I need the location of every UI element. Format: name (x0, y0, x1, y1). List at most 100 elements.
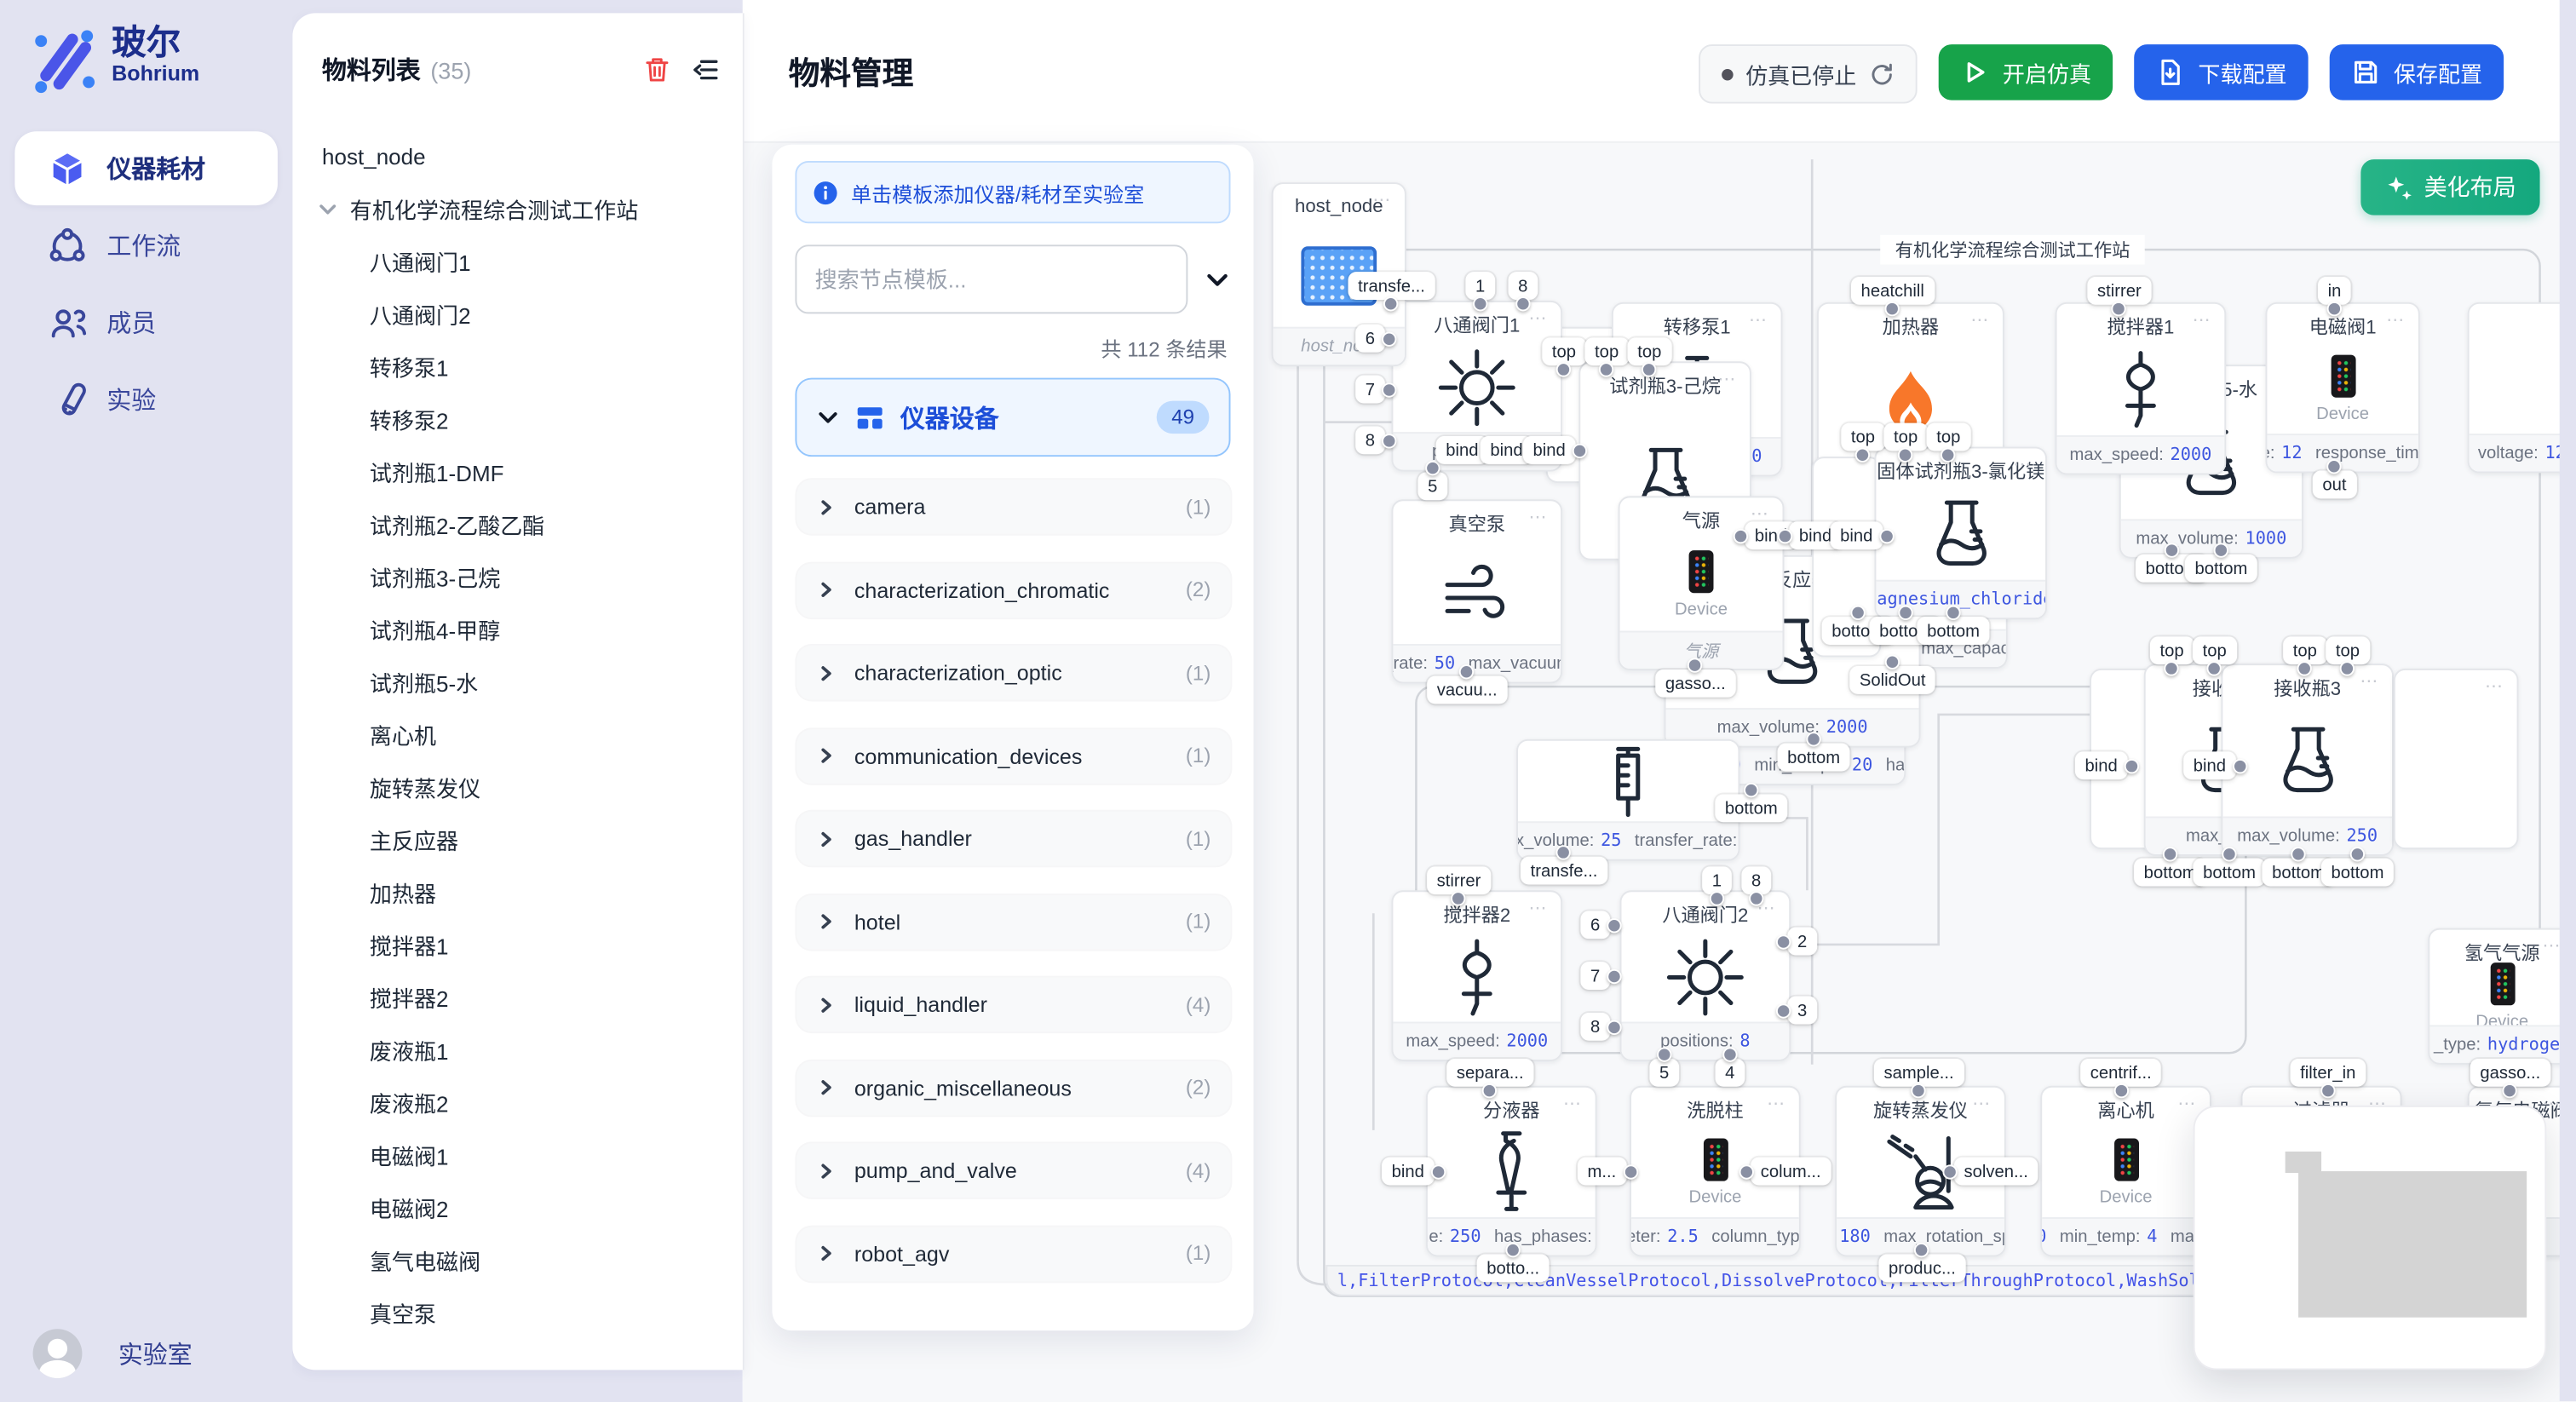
port-dot-icon[interactable] (1460, 664, 1475, 679)
collapse-panel-icon[interactable] (692, 57, 720, 82)
port-bottom[interactable]: bottom (1778, 744, 1850, 772)
port-bottom[interactable]: bottom (2185, 554, 2257, 583)
port-dot-icon[interactable] (1688, 658, 1703, 672)
sidebar-item-实验[interactable]: 实验 (14, 363, 278, 437)
sidebar-item-工作流[interactable]: 工作流 (14, 209, 278, 283)
port-top[interactable]: top (1883, 423, 1927, 451)
port-dot-icon[interactable] (2207, 661, 2222, 675)
port-dot-icon[interactable] (1734, 528, 1748, 543)
search-input[interactable] (795, 244, 1187, 313)
port-dot-icon[interactable] (1382, 433, 1396, 447)
category-camera[interactable]: camera(1) (796, 480, 1230, 534)
port-dot-icon[interactable] (1749, 891, 1763, 905)
port-dot-icon[interactable] (1885, 655, 1900, 669)
refresh-icon[interactable] (1870, 61, 1895, 86)
port-dot-icon[interactable] (1710, 891, 1724, 905)
port-6[interactable]: 6 (1580, 911, 1609, 939)
port-dot-icon[interactable] (1556, 845, 1571, 859)
category-hotel[interactable]: hotel(1) (796, 894, 1230, 949)
tree-item[interactable]: 加热器 (292, 865, 742, 918)
sidebar-item-成员[interactable]: 成员 (14, 286, 278, 360)
port-dot-icon[interactable] (2113, 1083, 2128, 1098)
port-botto...[interactable]: botto... (1477, 1254, 1550, 1282)
port-top[interactable]: top (2283, 636, 2326, 664)
port-7[interactable]: 7 (1580, 962, 1609, 990)
tree-item[interactable]: 电磁阀2 (292, 1181, 742, 1234)
port-dot-icon[interactable] (1885, 302, 1900, 316)
port-gasso...[interactable]: gasso... (2470, 1059, 2550, 1087)
tree-item[interactable]: 离心机 (292, 708, 742, 761)
port-dot-icon[interactable] (1915, 1243, 1929, 1257)
port-dot-icon[interactable] (2165, 661, 2179, 675)
port-dot-icon[interactable] (1599, 362, 1613, 376)
category-organic_miscellaneous[interactable]: organic_miscellaneous(2) (796, 1060, 1230, 1115)
port-3[interactable]: 3 (1787, 997, 1816, 1025)
port-transfe...[interactable]: transfe... (1348, 272, 1435, 300)
port-dot-icon[interactable] (2112, 302, 2126, 316)
trash-icon[interactable] (644, 56, 670, 84)
port-dot-icon[interactable] (1642, 362, 1657, 376)
port-bottom[interactable]: bottom (2194, 859, 2266, 887)
port-dot-icon[interactable] (2291, 847, 2305, 861)
port-8[interactable]: 8 (1509, 272, 1538, 300)
tree-item[interactable]: 转移泵1 (292, 340, 742, 393)
port-dot-icon[interactable] (1623, 1164, 1637, 1178)
port-dot-icon[interactable] (1452, 891, 1466, 905)
port-centrif...[interactable]: centrif... (2080, 1059, 2161, 1087)
tree-item[interactable]: 主反应器 (292, 813, 742, 866)
port-1[interactable]: 1 (1465, 272, 1494, 300)
port-dot-icon[interactable] (1506, 1243, 1521, 1257)
tree-item[interactable]: 有机化学流程综合测试工作站 (292, 182, 742, 235)
port-out[interactable]: out (2313, 471, 2356, 499)
port-bottom[interactable]: bottom (1918, 617, 1990, 645)
port-dot-icon[interactable] (2214, 543, 2228, 557)
category-group-instruments[interactable]: 仪器设备 49 (795, 378, 1230, 457)
port-dot-icon[interactable] (2222, 847, 2236, 861)
port-dot-icon[interactable] (1607, 917, 1621, 932)
port-dot-icon[interactable] (1744, 783, 1758, 797)
port-heatchill[interactable]: heatchill (1851, 277, 1934, 305)
tree-item[interactable]: host_node (292, 129, 742, 182)
port-2[interactable]: 2 (1787, 928, 1816, 956)
category-communication_devices[interactable]: communication_devices(1) (796, 728, 1230, 783)
port-bind[interactable]: bind (1523, 436, 1575, 464)
sidebar-item-lab[interactable]: 实验室 (105, 1336, 192, 1371)
port-bottom[interactable]: bottom (2321, 859, 2394, 887)
sidebar-item-仪器耗材[interactable]: 仪器耗材 (14, 131, 278, 205)
port-dot-icon[interactable] (2165, 543, 2179, 557)
port-bottom[interactable]: bottom (1715, 794, 1787, 822)
tree-item[interactable]: 八通阀门1 (292, 235, 742, 288)
port-colum...[interactable]: colum... (1751, 1158, 1831, 1186)
tree-item[interactable]: 试剂瓶5-水 (292, 655, 742, 708)
port-in[interactable]: in (2318, 277, 2351, 305)
port-dot-icon[interactable] (2350, 847, 2365, 861)
tree-item[interactable]: 试剂瓶3-己烷 (292, 550, 742, 603)
port-dot-icon[interactable] (2297, 661, 2312, 675)
port-bind[interactable]: bind (1831, 521, 1883, 549)
port-8[interactable]: 8 (1580, 1013, 1609, 1041)
port-5[interactable]: 5 (1649, 1059, 1678, 1087)
chevron-down-icon[interactable] (317, 198, 338, 219)
port-dot-icon[interactable] (1607, 1020, 1621, 1034)
port-dot-icon[interactable] (2327, 459, 2342, 474)
port-bind[interactable]: bind (1382, 1158, 1434, 1186)
port-filter_in[interactable]: filter_in (2291, 1059, 2366, 1087)
port-dot-icon[interactable] (1473, 296, 1487, 311)
port-dot-icon[interactable] (1941, 448, 1956, 463)
port-bind[interactable]: bind (2075, 751, 2127, 779)
button-下载配置[interactable]: 下载配置 (2134, 44, 2308, 101)
port-produc...[interactable]: produc... (1878, 1254, 1965, 1282)
port-dot-icon[interactable] (1851, 606, 1866, 620)
port-top[interactable]: top (1542, 337, 1585, 365)
brand-logo[interactable]: 玻尔 Bohrium (0, 0, 292, 95)
port-dot-icon[interactable] (1855, 448, 1870, 463)
port-sample...[interactable]: sample... (1874, 1059, 1964, 1087)
port-8[interactable]: 8 (1355, 426, 1384, 454)
port-dot-icon[interactable] (1776, 934, 1791, 948)
port-dot-icon[interactable] (2327, 302, 2342, 316)
port-dot-icon[interactable] (1382, 382, 1396, 396)
tree-item[interactable]: 八通阀门2 (292, 287, 742, 340)
port-1[interactable]: 1 (1702, 866, 1731, 894)
port-dot-icon[interactable] (2340, 661, 2355, 675)
port-bind[interactable]: bind (2183, 751, 2235, 779)
